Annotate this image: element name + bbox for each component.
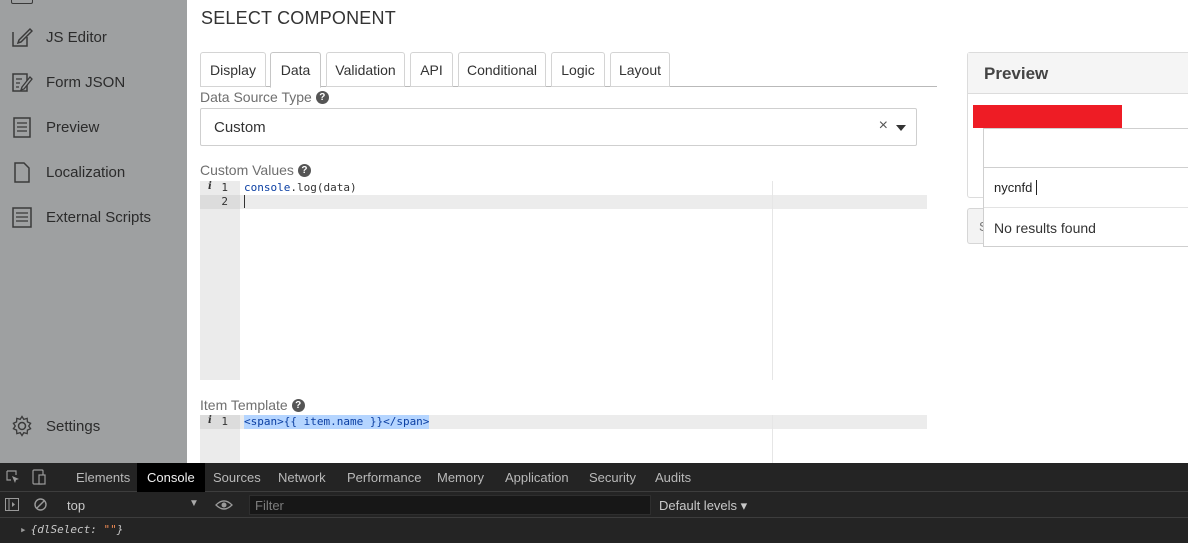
expand-arrow-icon[interactable]: ▸	[20, 523, 27, 536]
edit-icon	[11, 26, 34, 48]
devtools-tab-security[interactable]: Security	[589, 463, 636, 492]
console-object-key: {dlSelect:	[30, 523, 104, 536]
sidebar-item-settings[interactable]: Settings	[0, 408, 187, 444]
custom-values-editor[interactable]: i 1 2 console.log(data)	[200, 181, 927, 380]
partial-sidebar-icon	[11, 0, 33, 4]
line-number: 1	[221, 181, 228, 194]
line-number: 2	[221, 195, 228, 208]
search-value: nycnfd	[994, 180, 1033, 195]
sidebar-item-label: Preview	[46, 118, 100, 136]
text-cursor	[244, 195, 245, 208]
console-toolbar: top ▼ Filter Default levels ▾	[0, 492, 1188, 518]
console-object-value: ""	[103, 523, 117, 536]
select-dropdown: nycnfd No results found	[983, 128, 1188, 247]
info-icon: i	[208, 415, 212, 426]
sidebar-item-js-editor[interactable]: JS Editor	[0, 19, 187, 55]
gutter-line: i 1	[200, 415, 240, 429]
item-template-editor[interactable]: i 1 <span>{{ item.name }}</span>	[200, 415, 927, 463]
text-cursor	[1036, 180, 1037, 195]
data-source-type-label: Data Source Type ?	[200, 89, 329, 105]
help-icon[interactable]: ?	[297, 163, 311, 177]
data-source-type-text: Data Source Type	[200, 89, 312, 105]
code-line: console.log(data)	[244, 181, 357, 195]
context-selector[interactable]: top	[67, 498, 85, 513]
item-template-label: Item Template ?	[200, 397, 305, 413]
sidebar-item-label: Form JSON	[46, 73, 126, 91]
line-number: 1	[221, 415, 228, 428]
main-content: SELECT COMPONENT Display Data Validation…	[187, 0, 1188, 463]
gear-icon	[11, 415, 33, 437]
document-list-icon	[11, 116, 33, 138]
code-token-keyword: console	[244, 181, 291, 194]
sidebar-item-label: External Scripts	[46, 208, 152, 226]
sidebar-item-label: JS Editor	[46, 28, 107, 46]
console-object-close: }	[116, 523, 124, 536]
sidebar-item-localization[interactable]: Localization	[0, 154, 187, 190]
tab-conditional[interactable]: Conditional	[458, 52, 546, 87]
inspect-element-icon[interactable]	[6, 470, 20, 489]
editor-gutter	[200, 181, 240, 380]
tab-data[interactable]: Data	[270, 52, 321, 88]
devtools-tab-memory[interactable]: Memory	[437, 463, 484, 492]
print-margin	[772, 181, 773, 380]
code-line-selected: <span>{{ item.name }}</span>	[244, 415, 430, 429]
devtools-tab-performance[interactable]: Performance	[347, 463, 421, 492]
print-margin	[772, 415, 773, 463]
help-icon[interactable]: ?	[315, 90, 329, 104]
dropdown-search-input[interactable]: nycnfd	[984, 167, 1188, 208]
custom-values-label: Custom Values ?	[200, 162, 311, 178]
file-icon	[11, 161, 33, 183]
devtools-tab-application[interactable]: Application	[505, 463, 569, 492]
sidebar-item-label: Settings	[46, 417, 101, 435]
json-edit-icon	[11, 71, 33, 93]
sidebar-item-label: Localization	[46, 163, 126, 181]
help-icon[interactable]: ?	[291, 398, 305, 412]
info-icon: i	[208, 181, 212, 192]
component-tabs: Display Data Validation API Conditional …	[200, 52, 937, 88]
clear-icon[interactable]: ×	[879, 117, 888, 135]
item-template-text: Item Template	[200, 397, 288, 413]
active-line-highlight	[240, 195, 927, 209]
devtools-tab-sources[interactable]: Sources	[213, 463, 261, 492]
devtools-tab-audits[interactable]: Audits	[655, 463, 691, 492]
selected-value: Custom	[214, 119, 266, 136]
gutter-line: 2	[200, 195, 240, 209]
devtools-tab-console[interactable]: Console	[137, 463, 205, 492]
page-title: SELECT COMPONENT	[201, 8, 396, 28]
tab-api[interactable]: API	[410, 52, 453, 87]
gutter-line: i 1	[200, 181, 240, 195]
device-toolbar-icon[interactable]	[32, 469, 46, 490]
sidebar: JS Editor Form JSON Preview Localization…	[0, 0, 187, 463]
tab-display[interactable]: Display	[200, 52, 266, 87]
tab-logic[interactable]: Logic	[551, 52, 605, 87]
no-results-message: No results found	[994, 220, 1096, 236]
devtools-tab-network[interactable]: Network	[278, 463, 326, 492]
data-source-type-select[interactable]: Custom ×	[200, 108, 917, 146]
sidebar-toggle-icon[interactable]	[5, 498, 19, 516]
sidebar-item-external-scripts[interactable]: External Scripts	[0, 199, 187, 235]
context-caret-icon[interactable]: ▼	[189, 498, 199, 509]
preview-header: Preview	[968, 53, 1188, 94]
filter-placeholder: Filter	[255, 498, 284, 513]
eye-icon[interactable]	[215, 498, 233, 516]
red-redaction-bar	[973, 105, 1122, 128]
devtools-tab-elements[interactable]: Elements	[76, 463, 130, 492]
console-log-entry[interactable]: ▸ {dlSelect: ""}	[20, 523, 123, 536]
script-list-icon	[11, 206, 33, 228]
tab-layout[interactable]: Layout	[610, 52, 670, 87]
sidebar-item-preview[interactable]: Preview	[0, 109, 187, 145]
preview-title: Preview	[984, 64, 1049, 83]
chevron-down-icon[interactable]	[896, 125, 906, 131]
code-token-rest: .log(data)	[290, 181, 357, 194]
log-levels-dropdown[interactable]: Default levels ▾	[659, 498, 747, 514]
devtools-tabs: Elements Console Sources Network Perform…	[0, 463, 1188, 492]
devtools-panel: Elements Console Sources Network Perform…	[0, 463, 1188, 543]
console-filter-input[interactable]: Filter	[249, 495, 651, 515]
clear-console-icon[interactable]	[34, 498, 47, 516]
tab-validation[interactable]: Validation	[326, 52, 405, 87]
sidebar-item-form-json[interactable]: Form JSON	[0, 64, 187, 100]
custom-values-text: Custom Values	[200, 162, 294, 178]
